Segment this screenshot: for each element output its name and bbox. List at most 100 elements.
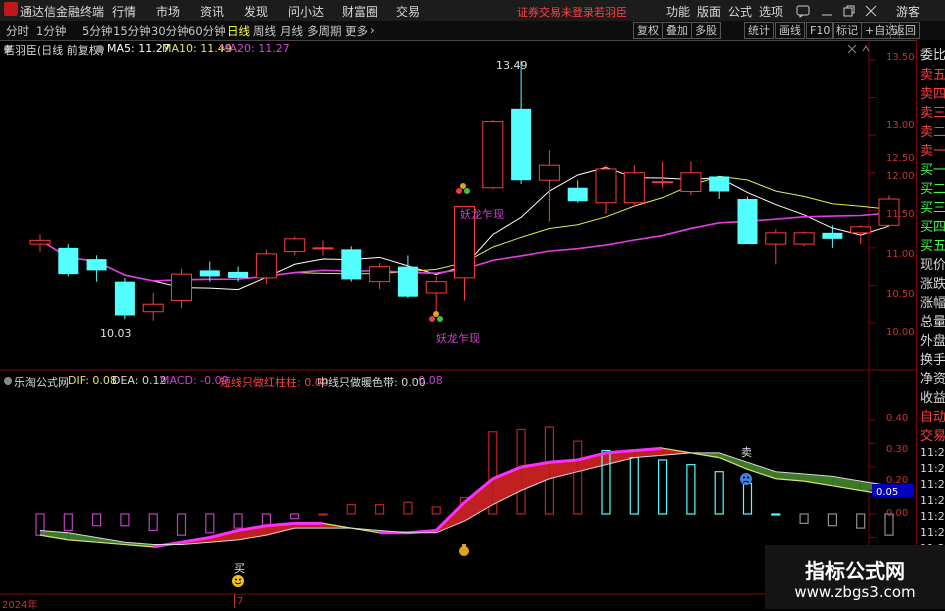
macd-bar [148, 513, 158, 532]
period-tab-more[interactable]: 更多 [345, 23, 368, 39]
panel-item[interactable]: 总量 [920, 311, 945, 330]
macd-bar [573, 440, 583, 515]
candle-body [341, 249, 362, 280]
candle-body [369, 266, 391, 283]
panel-item[interactable]: 买四 [920, 216, 945, 235]
button-multi-stock[interactable]: 多股 [691, 22, 721, 39]
panel-item[interactable]: 卖一 [920, 140, 945, 159]
close-chart-icon[interactable] [846, 43, 858, 55]
period-tab-30min[interactable]: 30分钟 [151, 23, 189, 39]
panel-item[interactable]: 买一 [920, 159, 945, 178]
panel-item[interactable]: 买二 [920, 178, 945, 197]
macd-tick: 0.30 [886, 444, 909, 455]
menu-item-wealth[interactable]: 财富圈 [342, 3, 378, 20]
button-draw[interactable]: 画线 [775, 22, 805, 39]
watermark-box: 指标公式网 www.zbgs3.com [765, 545, 945, 609]
dea-value: DEA: 0.12 [112, 374, 167, 387]
scroll-up-icon[interactable] [862, 42, 870, 56]
panel-item[interactable]: 外盘 [920, 330, 945, 349]
menu-item-formula[interactable]: 公式 [728, 3, 752, 20]
period-tab-60min[interactable]: 60分钟 [188, 23, 226, 39]
indicator-name[interactable]: 乐淘公式网 [14, 374, 69, 390]
high-price-label: 13.49 [496, 59, 528, 72]
price-tick: 11.00 [886, 249, 915, 260]
message-icon[interactable] [796, 4, 810, 18]
macd-bar [657, 459, 668, 515]
panel-item[interactable]: 卖五 [920, 64, 945, 83]
candle-body [511, 108, 532, 181]
panel-item[interactable]: 现价 [920, 254, 945, 273]
panel-item[interactable]: 净资 [920, 368, 945, 387]
stock-name: 若羽臣 [594, 6, 627, 19]
macd-bar [431, 506, 441, 515]
kline-chart[interactable] [0, 40, 916, 609]
indicator-dot-icon[interactable] [3, 376, 13, 386]
panel-item[interactable]: 涨幅 [920, 292, 945, 311]
dif-value: DIF: 0.08 [68, 374, 117, 387]
menu-item-news[interactable]: 资讯 [200, 3, 224, 20]
period-tab-timeshare[interactable]: 分时 [6, 23, 29, 39]
panel-item[interactable]: 委比 [920, 44, 945, 63]
panel-time: 11:29 [920, 510, 945, 523]
macd-bar [375, 504, 385, 515]
panel-item[interactable]: 交易 [920, 425, 945, 444]
button-f10[interactable]: F10 [806, 22, 835, 39]
menu-bar: 通达信金融终端 行情 市场 资讯 发现 问小达 财富圈 交易 证券交易未登录 若… [0, 0, 945, 22]
panel-item[interactable]: 买三 [920, 197, 945, 216]
menu-item-options[interactable]: 选项 [759, 3, 783, 20]
panel-item[interactable]: 自动 [920, 406, 945, 425]
menu-item-trade[interactable]: 交易 [396, 3, 420, 20]
candle-body [709, 176, 730, 192]
macd-bar [827, 513, 838, 527]
chevron-right-icon[interactable]: › [370, 23, 375, 37]
panel-item[interactable]: 收益 [920, 387, 945, 406]
menu-item-layout[interactable]: 版面 [697, 3, 721, 20]
candle-body [623, 172, 645, 204]
panel-item[interactable]: 卖四 [920, 83, 945, 102]
watermark-url: www.zbgs3.com [794, 583, 916, 601]
macd-bar [318, 513, 328, 516]
menu-item-market[interactable]: 市场 [156, 3, 180, 20]
candle-body [538, 164, 560, 181]
panel-time: 11:29 [920, 526, 945, 539]
candle-body [284, 238, 306, 253]
panel-item[interactable]: 换手 [920, 349, 945, 368]
menu-item-quotes[interactable]: 行情 [112, 3, 136, 20]
period-tab-15min[interactable]: 15分钟 [113, 23, 151, 39]
login-warning[interactable]: 证券交易未登录 [517, 4, 594, 20]
button-back[interactable]: 返回 [890, 22, 920, 39]
panel-item[interactable]: 卖二 [920, 121, 945, 140]
close-icon[interactable] [864, 4, 878, 18]
button-overlay[interactable]: 叠加 [662, 22, 692, 39]
macd-bar [346, 504, 356, 515]
candle-body [29, 239, 51, 245]
user-guest[interactable]: 游客 [896, 3, 920, 20]
menu-item-function[interactable]: 功能 [666, 3, 690, 20]
button-adjust[interactable]: 复权 [633, 22, 663, 39]
panel-time: 11:29 [920, 494, 945, 507]
panel-time: 11:28 [920, 446, 945, 459]
candle-body [793, 232, 815, 245]
panel-item[interactable]: 买五 [920, 235, 945, 254]
minimize-icon[interactable] [820, 4, 834, 18]
button-stats[interactable]: 统计 [744, 22, 774, 39]
period-tab-daily[interactable]: 日线 [227, 23, 250, 39]
settings-dot-icon[interactable] [95, 44, 105, 54]
period-tab-1min[interactable]: 1分钟 [36, 23, 66, 39]
macd-tick: 0.00 [886, 508, 909, 519]
restore-icon[interactable] [842, 4, 856, 18]
period-tab-monthly[interactable]: 月线 [280, 23, 303, 39]
price-tick: 13.50 [886, 52, 915, 63]
time-month-label: 7 [237, 596, 244, 607]
panel-item[interactable]: 卖三 [920, 102, 945, 121]
signal-marker-icon [456, 183, 470, 194]
price-tick: 11.50 [886, 209, 915, 220]
signal-marker-icon-2 [429, 311, 443, 322]
period-tab-multi[interactable]: 多周期 [307, 23, 342, 39]
menu-item-discover[interactable]: 发现 [244, 3, 268, 20]
period-tab-5min[interactable]: 5分钟 [82, 23, 112, 39]
menu-item-ask[interactable]: 问小达 [288, 3, 324, 20]
period-tab-weekly[interactable]: 周线 [253, 23, 276, 39]
button-mark[interactable]: 标记 [832, 22, 862, 39]
panel-item[interactable]: 涨跌 [920, 273, 945, 292]
